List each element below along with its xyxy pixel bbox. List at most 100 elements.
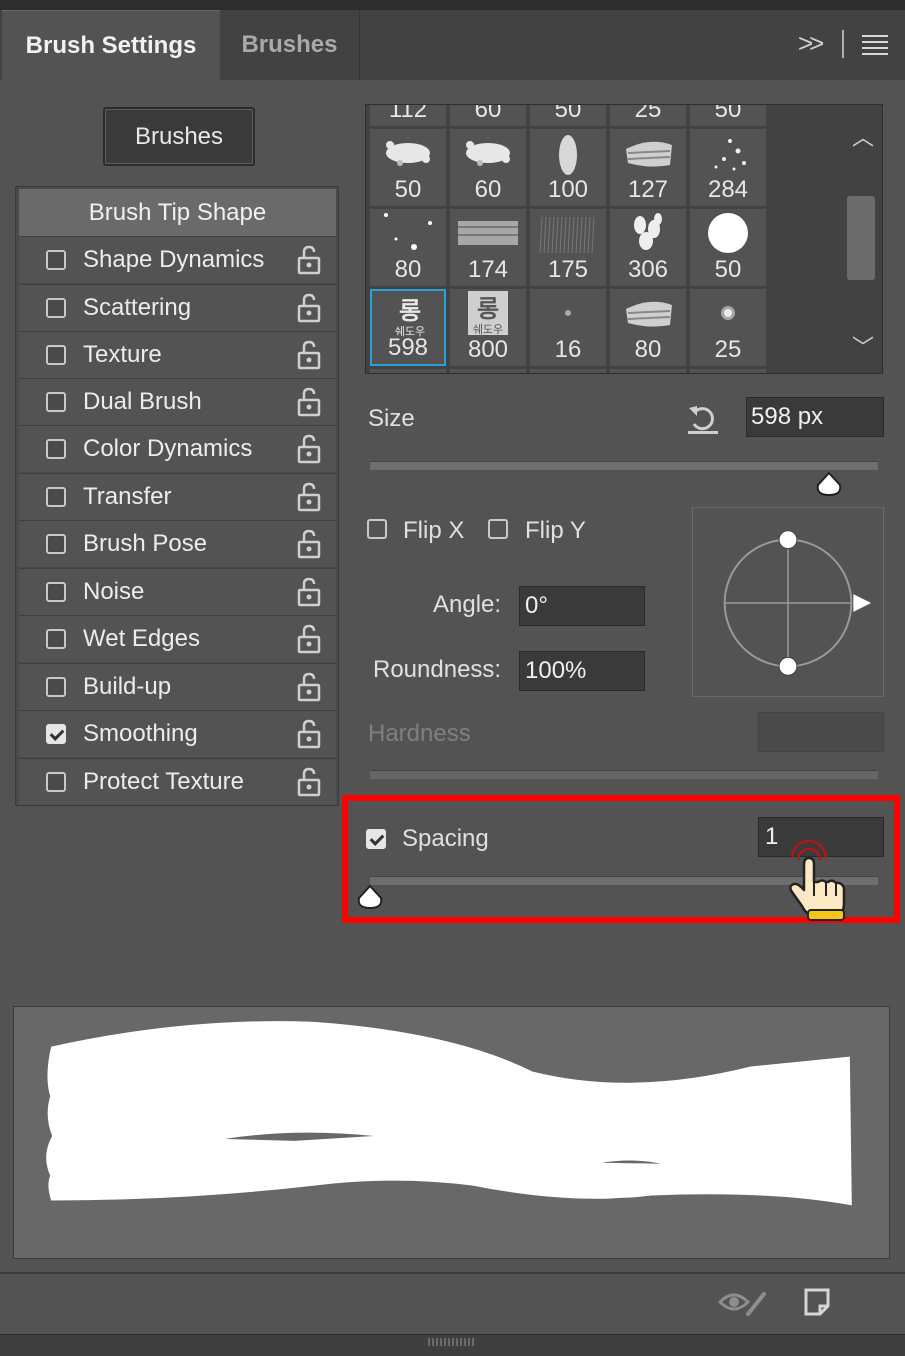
unlocked-icon[interactable] bbox=[297, 387, 321, 417]
brush-tip-thumbnail bbox=[458, 221, 518, 245]
tab-brushes[interactable]: Brushes bbox=[220, 10, 360, 80]
option-label: Color Dynamics bbox=[83, 435, 253, 462]
create-new-brush-icon[interactable] bbox=[802, 1286, 832, 1316]
brush-preset-cell[interactable]: 25 bbox=[610, 105, 686, 126]
option-label: Dual Brush bbox=[83, 388, 202, 415]
hamburger-menu-icon[interactable] bbox=[862, 35, 888, 55]
brushes-button[interactable]: Brushes bbox=[103, 107, 255, 166]
brush-tip-thumbnail bbox=[386, 141, 430, 166]
preset-size-label: 50 bbox=[714, 104, 742, 123]
flip-x-checkbox[interactable] bbox=[367, 519, 387, 539]
brush-preset-cell[interactable] bbox=[530, 369, 606, 373]
unlocked-icon[interactable] bbox=[297, 577, 321, 607]
brush-preset-cell[interactable]: 60 bbox=[450, 129, 526, 206]
brush-tip-thumbnail: 롱쉐도우 bbox=[468, 291, 508, 336]
smoothing-checkbox[interactable] bbox=[46, 724, 66, 744]
flip-y-checkbox[interactable] bbox=[488, 519, 508, 539]
noise-checkbox[interactable] bbox=[46, 582, 66, 602]
brush-preset-cell[interactable]: 50 bbox=[690, 104, 766, 126]
shape-dynamics-checkbox[interactable] bbox=[46, 250, 66, 270]
brush-preset-cell[interactable]: 112 bbox=[370, 105, 446, 126]
unlocked-icon[interactable] bbox=[297, 293, 321, 323]
wet-edges-checkbox[interactable] bbox=[46, 629, 66, 649]
brush-preset-cell[interactable]: 284 bbox=[690, 129, 766, 206]
brush-preset-cell[interactable]: 100 bbox=[530, 129, 606, 206]
unlocked-icon[interactable] bbox=[297, 340, 321, 370]
unlocked-icon[interactable] bbox=[297, 482, 321, 512]
unlocked-icon[interactable] bbox=[297, 245, 321, 275]
angle-input[interactable]: 0° bbox=[519, 586, 645, 626]
svg-text:롱: 롱 bbox=[477, 295, 499, 323]
option-scattering[interactable]: Scattering bbox=[19, 284, 336, 331]
size-slider-track[interactable] bbox=[370, 461, 878, 470]
unlocked-icon[interactable] bbox=[297, 624, 321, 654]
unlocked-icon[interactable] bbox=[297, 529, 321, 559]
unlocked-icon[interactable] bbox=[297, 434, 321, 464]
brush-preset-cell-selected[interactable]: 롱 쉐도우 598 bbox=[370, 289, 446, 366]
tab-brush-settings[interactable]: Brush Settings bbox=[2, 10, 220, 80]
transfer-checkbox[interactable] bbox=[46, 487, 66, 507]
brush-preset-cell[interactable]: 80 bbox=[370, 209, 446, 286]
color-dynamics-checkbox[interactable] bbox=[46, 439, 66, 459]
dual-brush-checkbox[interactable] bbox=[46, 392, 66, 412]
option-shape-dynamics[interactable]: Shape Dynamics bbox=[19, 236, 336, 283]
preset-size-label: 100 bbox=[547, 176, 589, 203]
brush-preset-cell[interactable]: 50 bbox=[530, 105, 606, 126]
brush-preset-cell[interactable] bbox=[450, 369, 526, 373]
size-input[interactable]: 598 px bbox=[746, 397, 884, 437]
preset-size-label: 800 bbox=[467, 336, 509, 363]
option-transfer[interactable]: Transfer bbox=[19, 473, 336, 520]
option-protect-texture[interactable]: Protect Texture bbox=[19, 758, 336, 805]
brush-preset-cell[interactable]: 306 bbox=[610, 209, 686, 286]
roundness-input[interactable]: 100% bbox=[519, 651, 645, 691]
preset-size-label: 284 bbox=[707, 176, 749, 203]
double-chevron-right-icon[interactable]: >> bbox=[798, 28, 824, 59]
option-smoothing[interactable]: Smoothing bbox=[19, 710, 336, 757]
brush-preset-cell[interactable]: 175 bbox=[530, 209, 606, 286]
svg-text:쉐도우: 쉐도우 bbox=[473, 323, 503, 336]
brush-preset-cell[interactable]: 50 bbox=[370, 129, 446, 206]
option-build-up[interactable]: Build-up bbox=[19, 663, 336, 710]
unlocked-icon[interactable] bbox=[297, 719, 321, 749]
spacing-checkbox[interactable] bbox=[366, 829, 386, 849]
option-color-dynamics[interactable]: Color Dynamics bbox=[19, 425, 336, 472]
build-up-checkbox[interactable] bbox=[46, 677, 66, 697]
resize-grip[interactable] bbox=[428, 1338, 476, 1346]
brush-preset-cell[interactable]: 50 bbox=[690, 209, 766, 286]
scroll-up-chevron-icon[interactable]: ︿ bbox=[852, 120, 874, 152]
option-brush-pose[interactable]: Brush Pose bbox=[19, 520, 336, 567]
brush-preset-cell[interactable]: 25 bbox=[690, 289, 766, 366]
brush-preset-cell[interactable] bbox=[610, 369, 686, 373]
brush-preset-cell[interactable]: 80 bbox=[610, 289, 686, 366]
option-wet-edges[interactable]: Wet Edges bbox=[19, 615, 336, 662]
brush-tip-thumbnail bbox=[708, 213, 748, 253]
unlocked-icon[interactable] bbox=[297, 672, 321, 702]
option-noise[interactable]: Noise bbox=[19, 568, 336, 615]
preset-size-label: 598 bbox=[387, 334, 429, 361]
angle-roundness-widget[interactable] bbox=[692, 507, 884, 697]
option-label: Wet Edges bbox=[83, 625, 200, 652]
protect-texture-checkbox[interactable] bbox=[46, 772, 66, 792]
reset-size-icon[interactable] bbox=[685, 400, 721, 436]
brush-preset-cell[interactable] bbox=[690, 369, 766, 373]
preset-scrollbar-thumb[interactable] bbox=[847, 196, 875, 280]
brush-preset-cell[interactable]: 174 bbox=[450, 209, 526, 286]
option-label: Smoothing bbox=[83, 720, 198, 747]
scroll-down-chevron-icon[interactable]: ﹀ bbox=[852, 330, 874, 362]
brush-preset-cell[interactable] bbox=[370, 369, 446, 373]
brush-preset-cell[interactable]: 롱 쉐도우 800 bbox=[450, 289, 526, 366]
preset-size-label: 25 bbox=[714, 336, 742, 363]
spacing-slider-thumb[interactable] bbox=[356, 884, 384, 910]
texture-checkbox[interactable] bbox=[46, 345, 66, 365]
unlocked-icon[interactable] bbox=[297, 767, 321, 797]
option-dual-brush[interactable]: Dual Brush bbox=[19, 378, 336, 425]
size-slider-thumb[interactable] bbox=[815, 471, 843, 497]
brush-preset-cell[interactable]: 16 bbox=[530, 289, 606, 366]
brush-tip-shape-item[interactable]: Brush Tip Shape bbox=[19, 189, 336, 236]
scattering-checkbox[interactable] bbox=[46, 298, 66, 318]
brush-preset-cell[interactable]: 127 bbox=[610, 129, 686, 206]
brush-pose-checkbox[interactable] bbox=[46, 534, 66, 554]
brush-preset-cell[interactable]: 60 bbox=[450, 105, 526, 126]
toggle-live-tip-preview-icon[interactable] bbox=[718, 1288, 770, 1318]
option-texture[interactable]: Texture bbox=[19, 331, 336, 378]
